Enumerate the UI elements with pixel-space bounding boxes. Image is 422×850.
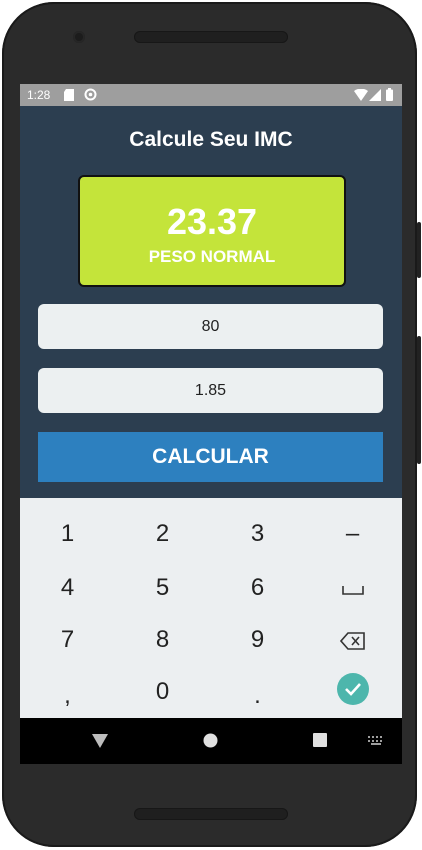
- back-icon[interactable]: [92, 734, 108, 748]
- cell-signal-icon: [369, 89, 381, 101]
- weight-input[interactable]: 80: [38, 304, 383, 349]
- key-minus[interactable]: –: [305, 520, 400, 548]
- key-2[interactable]: 2: [115, 520, 210, 548]
- backspace-icon: [339, 632, 365, 650]
- battery-icon: [386, 88, 393, 101]
- key-9[interactable]: 9: [210, 626, 305, 654]
- key-backspace[interactable]: [305, 626, 400, 656]
- calculate-button[interactable]: CALCULAR: [38, 432, 383, 482]
- key-dot[interactable]: .: [210, 682, 305, 710]
- space-bar-icon: [341, 586, 364, 595]
- page-title: Calcule Seu IMC: [129, 128, 293, 151]
- navigation-bar: [20, 718, 402, 764]
- bmi-value: 23.37: [166, 201, 258, 242]
- power-button: [417, 222, 421, 278]
- wifi-icon: [354, 89, 368, 101]
- key-0[interactable]: 0: [115, 678, 210, 706]
- key-3[interactable]: 3: [210, 520, 305, 548]
- key-5[interactable]: 5: [115, 574, 210, 602]
- key-comma[interactable]: ,: [20, 682, 115, 710]
- volume-button: [417, 336, 421, 464]
- height-input[interactable]: 1.85: [38, 368, 383, 413]
- key-1[interactable]: 1: [20, 520, 115, 548]
- key-7[interactable]: 7: [20, 626, 115, 654]
- key-8[interactable]: 8: [115, 626, 210, 654]
- result-panel: 23.37 PESO NORMAL: [78, 175, 346, 287]
- status-bar: 1:28: [20, 84, 402, 106]
- phone-frame: 1:28 Calcule Seu IMC 23.37 PESO NORMAL 8…: [2, 2, 417, 847]
- bottom-speaker: [134, 808, 288, 820]
- screen: 1:28 Calcule Seu IMC 23.37 PESO NORMAL 8…: [20, 84, 402, 764]
- keyboard-switch-icon[interactable]: [368, 736, 384, 745]
- bmi-category: PESO NORMAL: [148, 247, 276, 266]
- home-icon[interactable]: [203, 733, 218, 748]
- sync-icon: [84, 88, 97, 101]
- sd-card-icon: [64, 89, 74, 101]
- front-camera: [73, 31, 85, 43]
- checkmark-icon: [336, 673, 369, 705]
- key-done[interactable]: [305, 672, 400, 708]
- top-speaker: [134, 31, 288, 43]
- recents-icon[interactable]: [313, 733, 327, 747]
- key-6[interactable]: 6: [210, 574, 305, 602]
- status-time: 1:28: [27, 88, 51, 102]
- key-4[interactable]: 4: [20, 574, 115, 602]
- numeric-keyboard: 1 2 3 – 4 5 6 7 8 9 , 0 .: [20, 498, 402, 718]
- key-space[interactable]: [305, 574, 400, 604]
